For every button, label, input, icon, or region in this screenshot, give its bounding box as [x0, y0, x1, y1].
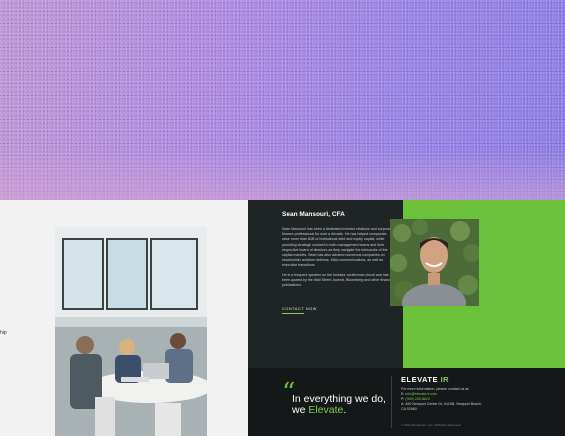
elevate-ir-logo[interactable]: ELEVATE IR: [401, 375, 449, 384]
contact-now-link[interactable]: CONTACT NOW: [282, 307, 317, 311]
tagline-line-2: we Elevate.: [292, 404, 347, 416]
profile-portrait: [390, 219, 479, 306]
profile-bio: Sean Mansouri has been a dedicated inves…: [282, 227, 394, 292]
phone-link[interactable]: (949) 200-8622: [405, 397, 430, 401]
team-meeting-photo: [55, 227, 207, 436]
footer-divider: [391, 376, 392, 428]
footer-contact-info: For more information, please contact us …: [401, 387, 482, 412]
contact-underline: [282, 313, 304, 314]
tagline-highlight: Elevate: [308, 404, 344, 416]
footer-address-line-2: CA 92660: [401, 407, 417, 411]
copyright-text: © 2022 Elevate IR, LLC. All Rights Reser…: [401, 423, 462, 427]
email-link[interactable]: info@elevate-ir.com: [405, 392, 437, 396]
left-text-fragment: hip: [0, 330, 7, 336]
bio-paragraph-1: Sean Mansouri has been a dedicated inves…: [282, 227, 393, 268]
hero-fade: [0, 150, 565, 200]
profile-name: Sean Mansouri, CFA: [282, 211, 345, 218]
bio-paragraph-2: He is a frequent speaker on the investor…: [282, 272, 394, 288]
